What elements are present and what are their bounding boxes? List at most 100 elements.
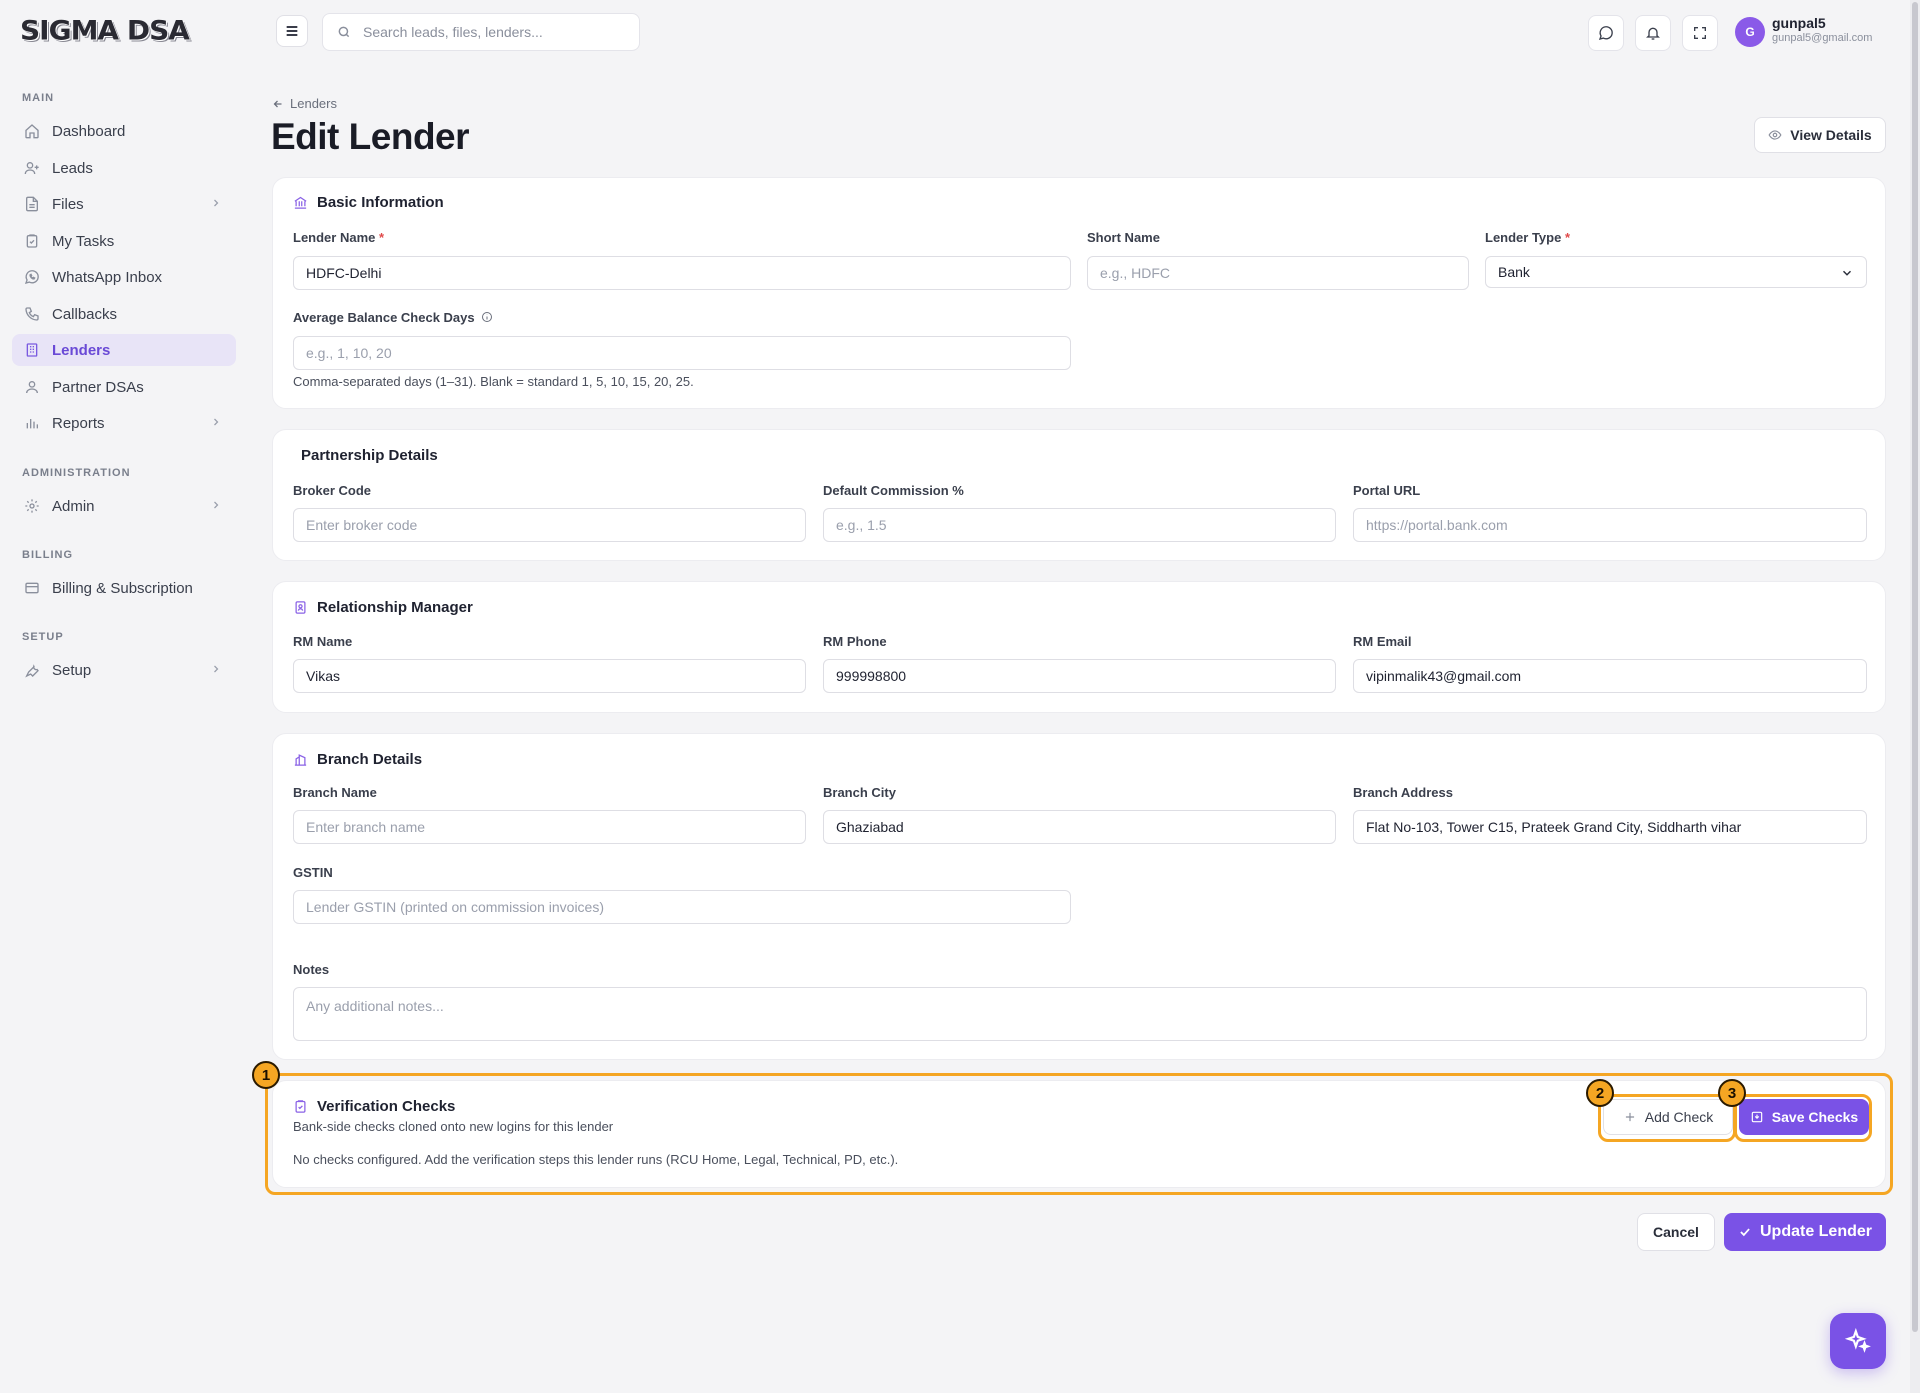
cancel-button[interactable]: Cancel — [1637, 1213, 1715, 1251]
breadcrumb[interactable]: Lenders — [272, 96, 337, 111]
users-icon — [26, 381, 38, 394]
sidebar-item-partner-dsas[interactable]: Partner DSAs — [12, 371, 236, 403]
info-icon[interactable] — [481, 311, 493, 323]
branch-name-label: Branch Name — [293, 785, 377, 800]
whatsapp-button[interactable] — [1588, 15, 1624, 51]
rm-email-input[interactable] — [1353, 659, 1867, 693]
lender-name-input[interactable] — [293, 256, 1071, 290]
rm-name-input[interactable] — [293, 659, 806, 693]
ai-assistant-button[interactable] — [1830, 1313, 1886, 1369]
lender-name-label: Lender Name * — [293, 230, 384, 245]
save-checks-button[interactable]: Save Checks — [1739, 1099, 1869, 1135]
page-title: Edit Lender — [271, 116, 470, 157]
broker-code-input[interactable] — [293, 508, 806, 542]
section-title-text: Verification Checks — [317, 1098, 456, 1115]
portal-url-input[interactable] — [1353, 508, 1867, 542]
sidebar-item-dashboard[interactable]: Dashboard — [12, 115, 236, 147]
label-text: Average Balance Check Days — [293, 310, 475, 325]
home-icon — [25, 124, 39, 139]
sidebar-item-label: Lenders — [52, 341, 111, 359]
id-badge-icon — [295, 601, 306, 614]
user-plus-icon — [24, 162, 39, 175]
clipboard-check-icon — [26, 234, 38, 248]
default-commission-input[interactable] — [823, 508, 1336, 542]
chevron-right-icon — [214, 418, 219, 426]
rm-email-label: RM Email — [1353, 634, 1412, 649]
breadcrumb-link[interactable]: Lenders — [290, 96, 337, 111]
relationship-manager-card: Relationship Manager RM Name RM Phone RM… — [272, 581, 1886, 713]
sidebar-item-billing[interactable]: Billing & Subscription — [12, 572, 236, 604]
update-lender-button[interactable]: Update Lender — [1724, 1213, 1886, 1251]
sidebar-item-leads[interactable]: Leads — [12, 152, 236, 184]
rm-name-label: RM Name — [293, 634, 353, 649]
sidebar-item-whatsapp-inbox[interactable]: WhatsApp Inbox — [12, 261, 236, 293]
label-text: Lender Name — [293, 230, 376, 245]
branch-name-input[interactable] — [293, 810, 806, 844]
label-text: Lender Type — [1485, 230, 1562, 245]
avg-balance-days-hint: Comma-separated days (1–31). Blank = sta… — [293, 374, 694, 389]
branch-building-icon — [294, 754, 307, 766]
user-email: gunpal5@gmail.com — [1772, 32, 1873, 44]
sidebar-item-label: Reports — [52, 414, 105, 432]
building-icon — [26, 343, 38, 357]
nav-section-administration: ADMINISTRATION — [22, 467, 131, 479]
menu-toggle-button[interactable] — [276, 15, 308, 47]
branch-address-input[interactable] — [1353, 810, 1867, 844]
branch-details-card: Branch Details Branch Name Branch City B… — [272, 733, 1886, 1060]
sidebar-item-files[interactable]: Files — [12, 188, 236, 220]
scrollbar-thumb[interactable] — [1912, 2, 1918, 1332]
section-title-text: Branch Details — [317, 751, 423, 768]
basic-information-card: Basic Information Lender Name * Short Na… — [272, 177, 1886, 409]
sidebar-item-label: Files — [52, 195, 84, 213]
sidebar-item-label: Dashboard — [52, 122, 126, 140]
credit-card-icon — [25, 582, 39, 594]
lender-type-select[interactable]: Bank — [1485, 256, 1867, 288]
section-title-basic-info: Basic Information — [293, 194, 444, 211]
sidebar-item-setup[interactable]: Setup — [12, 654, 236, 686]
sidebar: SIGMA DSA MAIN Dashboard Leads Files My … — [0, 0, 248, 1393]
arrow-left-icon — [273, 100, 282, 107]
save-checks-label: Save Checks — [1771, 1109, 1859, 1125]
section-title-verification: Verification Checks — [293, 1098, 455, 1115]
bell-icon — [1646, 27, 1660, 40]
notes-textarea[interactable] — [293, 987, 1867, 1041]
page-scrollbar[interactable] — [1910, 0, 1920, 1393]
clipboard-check-icon — [295, 1100, 306, 1113]
rm-phone-input[interactable] — [823, 659, 1336, 693]
sidebar-item-admin[interactable]: Admin — [12, 490, 236, 522]
nav-section-main: MAIN — [22, 92, 55, 104]
branch-city-input[interactable] — [823, 810, 1336, 844]
nav-section-billing: BILLING — [22, 549, 73, 561]
view-details-button[interactable]: View Details — [1754, 117, 1886, 153]
notifications-button[interactable] — [1635, 15, 1671, 51]
lender-type-label: Lender Type * — [1485, 230, 1570, 245]
default-commission-label: Default Commission % — [823, 483, 964, 498]
sidebar-item-callbacks[interactable]: Callbacks — [12, 298, 236, 330]
user-name[interactable]: gunpal5 — [1772, 15, 1826, 31]
avatar[interactable]: G — [1735, 17, 1765, 47]
chevron-right-icon — [214, 501, 219, 509]
nav-section-setup: SETUP — [22, 631, 64, 643]
plus-icon — [1625, 1112, 1634, 1122]
sidebar-item-lenders[interactable]: Lenders — [12, 334, 236, 366]
short-name-input[interactable] — [1087, 256, 1469, 290]
fullscreen-button[interactable] — [1682, 15, 1718, 51]
add-check-button[interactable]: Add Check — [1603, 1099, 1733, 1135]
annotation-badge-3: 3 — [1718, 1079, 1746, 1107]
global-search[interactable] — [322, 13, 640, 51]
app-logo[interactable]: SIGMA DSA — [20, 15, 190, 46]
sidebar-item-reports[interactable]: Reports — [12, 407, 236, 439]
hamburger-icon — [286, 26, 298, 36]
avg-balance-days-input[interactable] — [293, 336, 1071, 370]
verification-empty-state: No checks configured. Add the verificati… — [293, 1152, 899, 1167]
chevron-right-icon — [214, 665, 219, 673]
sidebar-item-my-tasks[interactable]: My Tasks — [12, 225, 236, 257]
bar-chart-icon — [26, 419, 38, 429]
branch-address-label: Branch Address — [1353, 785, 1453, 800]
gstin-input[interactable] — [293, 890, 1071, 924]
notes-label: Notes — [293, 962, 330, 977]
whatsapp-icon — [1598, 26, 1613, 40]
wrench-icon — [25, 664, 39, 678]
search-input[interactable] — [363, 24, 623, 40]
short-name-label: Short Name — [1087, 230, 1160, 245]
